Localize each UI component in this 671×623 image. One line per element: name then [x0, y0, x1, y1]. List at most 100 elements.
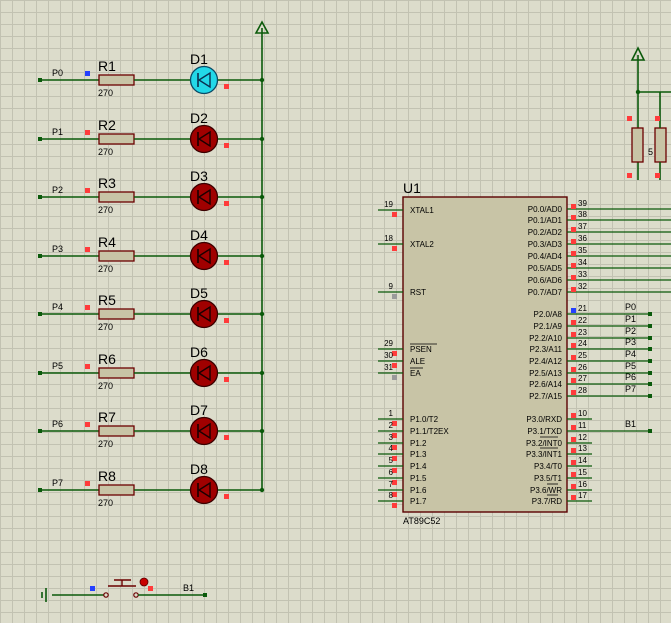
- pin-marker: [224, 494, 229, 499]
- pin-marker: [571, 425, 576, 430]
- pin-marker: [85, 481, 90, 486]
- pin-number: 1: [389, 409, 394, 418]
- led-body[interactable]: [189, 475, 219, 505]
- resistor-body[interactable]: [98, 250, 135, 262]
- pin-marker: [571, 472, 576, 477]
- pin-marker: [571, 239, 576, 244]
- pin-number: 25: [578, 351, 587, 360]
- net-label: P0: [52, 68, 63, 78]
- pin-marker: [571, 355, 576, 360]
- pin-number: 27: [578, 374, 587, 383]
- led-ref: D3: [190, 168, 208, 184]
- led-ref: D1: [190, 51, 208, 67]
- net-label: P2: [625, 326, 636, 336]
- wire-end-dot: [38, 371, 42, 375]
- pin-name: P2.3/A11: [530, 345, 563, 354]
- pin-number: 15: [578, 468, 587, 477]
- pin-marker: [392, 375, 397, 380]
- resistor-body[interactable]: [98, 74, 135, 86]
- pin-marker: [571, 227, 576, 232]
- resistor-body[interactable]: [98, 484, 135, 496]
- pin-number: 38: [578, 210, 587, 219]
- wire-end-dot: [648, 347, 652, 351]
- pin-marker: [85, 188, 90, 193]
- pin-number: 12: [578, 433, 587, 442]
- led-ref: D5: [190, 285, 208, 301]
- pin-name: P0.1/AD1: [528, 216, 563, 225]
- pin-name: P3.7/RD: [532, 497, 562, 506]
- pin-number: 29: [384, 339, 393, 348]
- led-body[interactable]: [189, 65, 219, 95]
- led-ref: D2: [190, 110, 208, 126]
- net-label: B1: [625, 419, 636, 429]
- pin-number: 21: [578, 304, 587, 313]
- pin-marker: [224, 143, 229, 148]
- pin-number: 36: [578, 234, 587, 243]
- resistor-body[interactable]: [98, 425, 135, 437]
- pin-name: P2.6/A14: [529, 380, 562, 389]
- wire-end-dot: [38, 254, 42, 258]
- pin-number: 24: [578, 339, 587, 348]
- led-body[interactable]: [189, 182, 219, 212]
- resistor-value: 270: [98, 264, 113, 274]
- pin-marker: [627, 173, 632, 178]
- resistor-value: 270: [98, 147, 113, 157]
- pin-name: P0.5/AD5: [528, 264, 563, 273]
- pin-number: 28: [578, 386, 587, 395]
- net-label: P3: [52, 244, 63, 254]
- schematic-drawing[interactable]: P0 R1 270 D1 P1 R2 270 D2 P2 R3 270 D3 P3 R4 270 D4 P4 R5…: [0, 0, 671, 623]
- pin-number: 2: [389, 421, 394, 430]
- net-label: P6: [625, 372, 636, 382]
- pin-number: 35: [578, 246, 587, 255]
- pin-name: P0.3/AD3: [528, 240, 563, 249]
- pin-name: P1.0/T2: [410, 415, 439, 424]
- led-body[interactable]: [189, 124, 219, 154]
- button-contact: [103, 592, 109, 598]
- resistor-body[interactable]: [98, 133, 135, 145]
- pin-name: P1.2: [410, 439, 427, 448]
- pin-marker: [224, 318, 229, 323]
- pin-marker: [571, 332, 576, 337]
- pin-number: 30: [384, 351, 393, 360]
- led-body[interactable]: [189, 299, 219, 329]
- resistor-body[interactable]: [631, 127, 644, 163]
- pin-marker: [148, 586, 153, 591]
- pin-marker: [224, 260, 229, 265]
- pin-number: 17: [578, 491, 587, 500]
- pin-marker: [571, 263, 576, 268]
- pin-number: 8: [389, 491, 394, 500]
- resistor-body[interactable]: [654, 127, 667, 163]
- pin-number: 11: [578, 421, 587, 430]
- pin-number: 34: [578, 258, 587, 267]
- pin-number: 5: [389, 456, 394, 465]
- resistor-ref: R6: [98, 351, 116, 367]
- led-ref: D4: [190, 227, 208, 243]
- pin-number: 31: [384, 363, 393, 372]
- net-label: P7: [52, 478, 63, 488]
- pin-marker: [85, 71, 90, 76]
- resistor-body[interactable]: [98, 191, 135, 203]
- pin-marker: [571, 287, 576, 292]
- net-label: P6: [52, 419, 63, 429]
- net-label: P1: [625, 314, 636, 324]
- pin-marker: [655, 173, 660, 178]
- resistor-body[interactable]: [98, 367, 135, 379]
- pin-name: PSEN: [410, 345, 432, 354]
- pin-name: P3.0/RXD: [526, 415, 562, 424]
- net-label: P3: [625, 337, 636, 347]
- led-body[interactable]: [189, 358, 219, 388]
- button-state-icon[interactable]: [139, 577, 149, 587]
- pin-name: P0.7/AD7: [528, 288, 563, 297]
- wire-end-dot: [38, 137, 42, 141]
- wire-end-dot: [648, 394, 652, 398]
- pin-name: EA: [410, 369, 421, 378]
- pin-name: P3.3/INT1: [526, 450, 563, 459]
- led-body[interactable]: [189, 416, 219, 446]
- pin-marker: [571, 413, 576, 418]
- led-body[interactable]: [189, 241, 219, 271]
- resistor-body[interactable]: [98, 308, 135, 320]
- pin-marker: [392, 246, 397, 251]
- pin-marker: [85, 364, 90, 369]
- pin-marker: [571, 495, 576, 500]
- pin-marker: [571, 343, 576, 348]
